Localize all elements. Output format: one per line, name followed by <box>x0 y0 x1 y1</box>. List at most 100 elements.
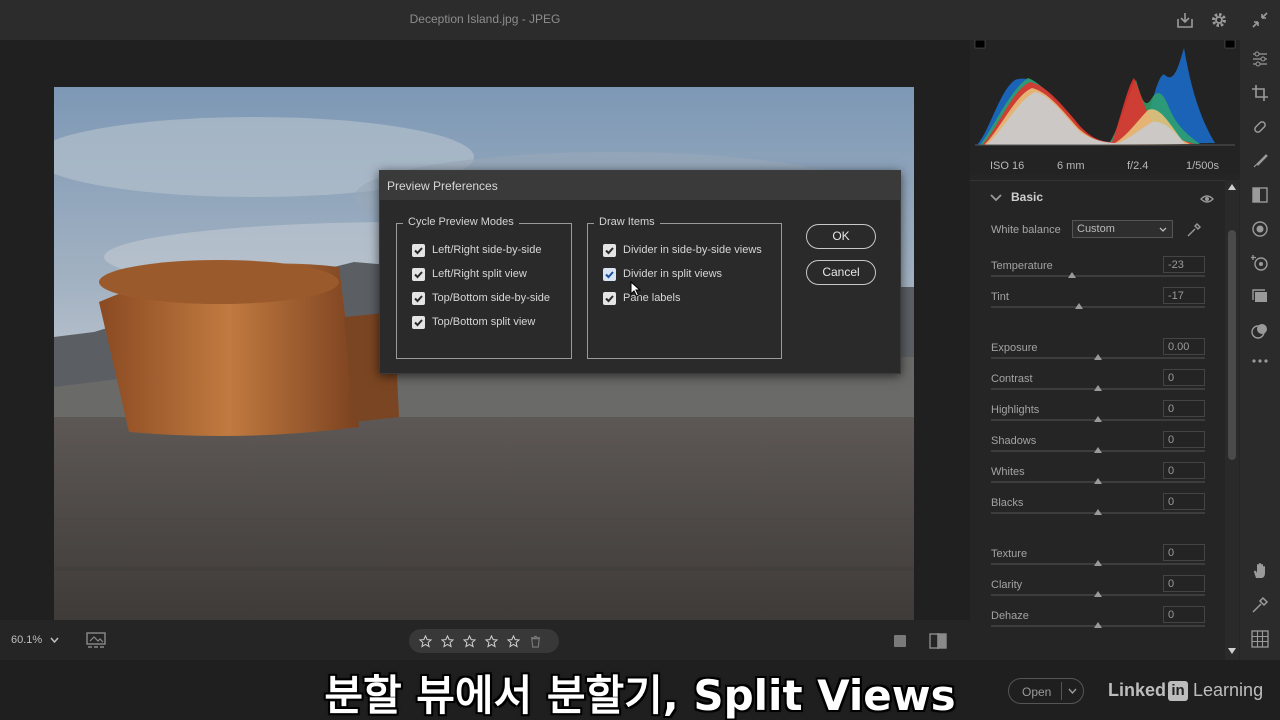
scroll-thumb[interactable] <box>1228 230 1236 460</box>
checkbox-box[interactable] <box>603 243 616 257</box>
slider-thumb[interactable] <box>1074 303 1083 309</box>
cancel-button[interactable]: Cancel <box>806 260 876 285</box>
slider-value-input[interactable]: 0 <box>1163 544 1205 561</box>
slider-track[interactable] <box>991 560 1205 566</box>
edit-panel: ISO 16 6 mm f/2.4 1/500s Basic White bal… <box>970 40 1240 660</box>
slider-track[interactable] <box>991 416 1205 422</box>
color-sampler-icon[interactable] <box>1251 596 1269 614</box>
slider-thumb[interactable] <box>1094 509 1102 515</box>
brush-icon[interactable] <box>1251 152 1269 170</box>
star-icon[interactable] <box>419 634 432 648</box>
star-icon[interactable] <box>463 634 476 648</box>
presets-icon[interactable] <box>1251 322 1269 340</box>
scroll-down-icon[interactable] <box>1228 648 1236 654</box>
checkbox-left-right-split-view[interactable]: Left/Right split view <box>412 266 527 282</box>
checkbox-label: Divider in side-by-side views <box>623 244 762 256</box>
white-balance-select[interactable]: Custom <box>1072 220 1173 238</box>
camera-raw-window: Deception Island.jpg - JPEG Preview Pref… <box>0 0 1280 720</box>
slider-track[interactable] <box>991 509 1205 515</box>
slider-value-input[interactable]: -17 <box>1163 287 1205 304</box>
slider-thumb[interactable] <box>1094 478 1102 484</box>
panel-scrollbar[interactable] <box>1225 180 1239 660</box>
chevron-down-icon[interactable] <box>50 637 59 644</box>
ok-button[interactable]: OK <box>806 224 876 249</box>
slider-value-input[interactable]: 0 <box>1163 606 1205 623</box>
red-eye-icon[interactable] <box>1251 254 1269 272</box>
checkbox-divider-split-views[interactable]: Divider in split views <box>603 266 722 282</box>
zoom-level[interactable]: 60.1% <box>11 634 59 646</box>
eye-icon[interactable] <box>1200 194 1214 204</box>
before-after-icon[interactable] <box>929 632 947 650</box>
checkbox-label: Top/Bottom split view <box>432 316 536 328</box>
dialog-title[interactable]: Preview Preferences <box>380 171 900 200</box>
checkbox-box[interactable] <box>412 243 425 257</box>
cycle-group-legend: Cycle Preview Modes <box>403 216 519 228</box>
star-rating[interactable] <box>409 629 559 653</box>
snapshots-icon[interactable] <box>1251 288 1269 306</box>
save-icon[interactable] <box>1175 10 1195 30</box>
slider-track[interactable] <box>991 478 1205 484</box>
more-icon[interactable] <box>1251 352 1269 370</box>
filmstrip-icon[interactable] <box>86 632 106 648</box>
eyedropper-icon[interactable] <box>1186 222 1202 238</box>
basic-section-title[interactable]: Basic <box>1011 190 1043 204</box>
checkbox-top-bottom-split-view[interactable]: Top/Bottom split view <box>412 314 535 330</box>
checkbox-label: Left/Right side-by-side <box>432 244 542 256</box>
chevron-down-icon[interactable] <box>1159 227 1167 232</box>
checkbox-top-bottom-side-by-side[interactable]: Top/Bottom side-by-side <box>412 290 550 306</box>
checkbox-box[interactable] <box>412 315 425 329</box>
checkbox-box[interactable] <box>603 267 616 281</box>
slider-thumb[interactable] <box>1094 354 1102 360</box>
slider-track[interactable] <box>991 591 1205 597</box>
slider-thumb[interactable] <box>1094 591 1102 597</box>
slider-thumb[interactable] <box>1094 622 1102 628</box>
checkbox-left-right-side-by-side[interactable]: Left/Right side-by-side <box>412 242 541 258</box>
slider-track[interactable] <box>991 622 1205 628</box>
trash-icon[interactable] <box>529 635 542 648</box>
checkbox-divider-side-by-side[interactable]: Divider in side-by-side views <box>603 242 762 258</box>
chevron-down-icon[interactable] <box>990 194 1002 202</box>
checkbox-box[interactable] <box>603 291 616 305</box>
star-icon[interactable] <box>507 634 520 648</box>
gear-icon[interactable] <box>1209 10 1229 30</box>
slider-value-input[interactable]: 0 <box>1163 575 1205 592</box>
slider-track[interactable] <box>991 447 1205 453</box>
slider-label: Temperature <box>991 260 1053 272</box>
slider-label: Blacks <box>991 497 1024 509</box>
checkbox-box[interactable] <box>412 267 425 281</box>
slider-value-input[interactable]: 0 <box>1163 400 1205 417</box>
collapse-icon[interactable] <box>1250 10 1270 30</box>
slider-label: Dehaze <box>991 610 1029 622</box>
slider-track[interactable] <box>991 354 1205 360</box>
slider-thumb[interactable] <box>1068 272 1077 278</box>
slider-thumb[interactable] <box>1094 447 1102 453</box>
crop-icon[interactable] <box>1251 84 1269 102</box>
slider-value-input[interactable]: 0 <box>1163 493 1205 510</box>
draw-group-legend: Draw Items <box>594 216 660 228</box>
slider-track[interactable] <box>991 385 1205 391</box>
hand-icon[interactable] <box>1251 562 1269 580</box>
star-icon[interactable] <box>485 634 498 648</box>
graduated-filter-icon[interactable] <box>1251 186 1269 204</box>
slider-value-input[interactable]: 0 <box>1163 369 1205 386</box>
slider-value-input[interactable]: 0 <box>1163 462 1205 479</box>
healing-icon[interactable] <box>1251 118 1269 136</box>
preview-canvas[interactable]: Preview Preferences Cycle Preview Modes … <box>0 40 970 652</box>
star-icon[interactable] <box>441 634 454 648</box>
slider-track[interactable] <box>991 303 1205 309</box>
slider-thumb[interactable] <box>1094 385 1102 391</box>
scroll-up-icon[interactable] <box>1228 184 1236 190</box>
slider-value-input[interactable]: 0.00 <box>1163 338 1205 355</box>
slider-track[interactable] <box>991 272 1205 278</box>
slider-value-input[interactable]: -23 <box>1163 256 1205 273</box>
radial-filter-icon[interactable] <box>1251 220 1269 238</box>
grid-icon[interactable] <box>1251 630 1269 648</box>
slider-thumb[interactable] <box>1094 416 1102 422</box>
edit-sliders-icon[interactable] <box>1251 50 1269 68</box>
title-bar: Deception Island.jpg - JPEG <box>0 0 1280 40</box>
slider-value-input[interactable]: 0 <box>1163 431 1205 448</box>
white-balance-label: White balance <box>991 224 1061 236</box>
slider-thumb[interactable] <box>1094 560 1102 566</box>
checkbox-box[interactable] <box>412 291 425 305</box>
single-view-icon[interactable] <box>893 634 907 648</box>
